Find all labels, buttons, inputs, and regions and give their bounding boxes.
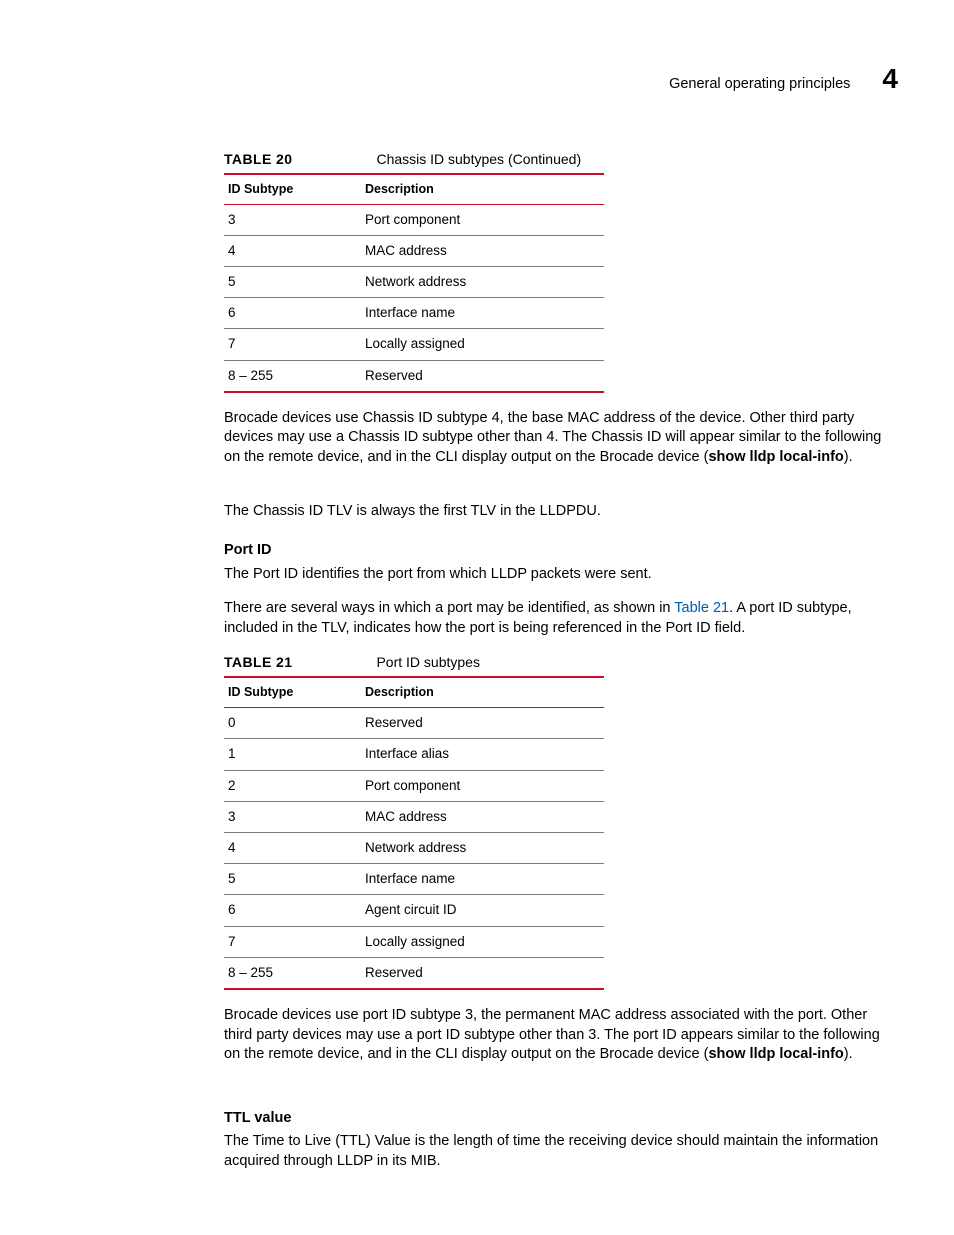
cell: Port component [361, 770, 604, 801]
paragraph-ttl: The Time to Live (TTL) Value is the leng… [224, 1132, 894, 1171]
paragraph-port-id-intro: The Port ID identifies the port from whi… [224, 565, 894, 585]
table-row: 7Locally assigned [224, 329, 604, 360]
table-row: 7Locally assigned [224, 926, 604, 957]
command-text: show lldp local-info [708, 1046, 843, 1062]
cell: 5 [224, 864, 361, 895]
page-content: TABLE 20Chassis ID subtypes (Continued) … [224, 150, 894, 1172]
table-21-caption: TABLE 21Port ID subtypes [224, 653, 604, 676]
table-21-label: TABLE 21 [224, 654, 376, 670]
cell: 2 [224, 770, 361, 801]
table-row: 4MAC address [224, 235, 604, 266]
table-row: 3MAC address [224, 801, 604, 832]
subhead-port-id: Port ID [224, 541, 894, 561]
cell: Network address [361, 267, 604, 298]
cell: 3 [224, 204, 361, 235]
command-text: show lldp local-info [708, 449, 843, 465]
table-row: 8 – 255Reserved [224, 957, 604, 989]
cell: MAC address [361, 801, 604, 832]
cell: 5 [224, 267, 361, 298]
table-20-head-c1: ID Subtype [224, 174, 361, 204]
cell: Network address [361, 833, 604, 864]
cell: Reserved [361, 957, 604, 989]
cell: Reserved [361, 708, 604, 739]
table-row: 3Port component [224, 204, 604, 235]
cell: Locally assigned [361, 926, 604, 957]
table-row: 6Interface name [224, 298, 604, 329]
cell: 1 [224, 739, 361, 770]
table-20: TABLE 20Chassis ID subtypes (Continued) … [224, 150, 604, 393]
table-20-head-c2: Description [361, 174, 604, 204]
cell: 8 – 255 [224, 360, 361, 392]
cell: 4 [224, 235, 361, 266]
table-row: 8 – 255Reserved [224, 360, 604, 392]
cell: 6 [224, 298, 361, 329]
table-row: 6Agent circuit ID [224, 895, 604, 926]
table-21-link[interactable]: Table 21 [674, 600, 729, 616]
cell: Agent circuit ID [361, 895, 604, 926]
cell: Locally assigned [361, 329, 604, 360]
header-title: General operating principles [669, 75, 850, 95]
cell: Reserved [361, 360, 604, 392]
cell: 4 [224, 833, 361, 864]
table-row: 4Network address [224, 833, 604, 864]
cell: 0 [224, 708, 361, 739]
cell: Interface alias [361, 739, 604, 770]
text: There are several ways in which a port m… [224, 600, 674, 616]
cell: 8 – 255 [224, 957, 361, 989]
paragraph-port-usage: Brocade devices use port ID subtype 3, t… [224, 1006, 894, 1065]
paragraph-port-id-ref: There are several ways in which a port m… [224, 599, 894, 638]
text: ). [844, 1046, 853, 1062]
cell: 7 [224, 329, 361, 360]
cell: MAC address [361, 235, 604, 266]
table-row: 5Network address [224, 267, 604, 298]
cell: Interface name [361, 864, 604, 895]
table-21-head-c2: Description [361, 677, 604, 707]
cell: Interface name [361, 298, 604, 329]
paragraph-chassis-usage: Brocade devices use Chassis ID subtype 4… [224, 409, 894, 468]
table-row: 0Reserved [224, 708, 604, 739]
cell: 7 [224, 926, 361, 957]
text: ). [844, 449, 853, 465]
table-21: TABLE 21Port ID subtypes ID Subtype Desc… [224, 653, 604, 990]
paragraph-chassis-tlv: The Chassis ID TLV is always the first T… [224, 502, 894, 522]
table-20-label: TABLE 20 [224, 151, 376, 167]
table-row: 1Interface alias [224, 739, 604, 770]
table-21-head-c1: ID Subtype [224, 677, 361, 707]
cell: Port component [361, 204, 604, 235]
cell: 3 [224, 801, 361, 832]
table-row: 2Port component [224, 770, 604, 801]
chapter-number: 4 [882, 60, 898, 98]
page-header: General operating principles 4 [40, 60, 914, 98]
subhead-ttl: TTL value [224, 1109, 894, 1129]
table-20-caption-text: Chassis ID subtypes (Continued) [376, 151, 581, 167]
table-21-caption-text: Port ID subtypes [376, 654, 480, 670]
table-20-caption: TABLE 20Chassis ID subtypes (Continued) [224, 150, 604, 173]
cell: 6 [224, 895, 361, 926]
table-row: 5Interface name [224, 864, 604, 895]
